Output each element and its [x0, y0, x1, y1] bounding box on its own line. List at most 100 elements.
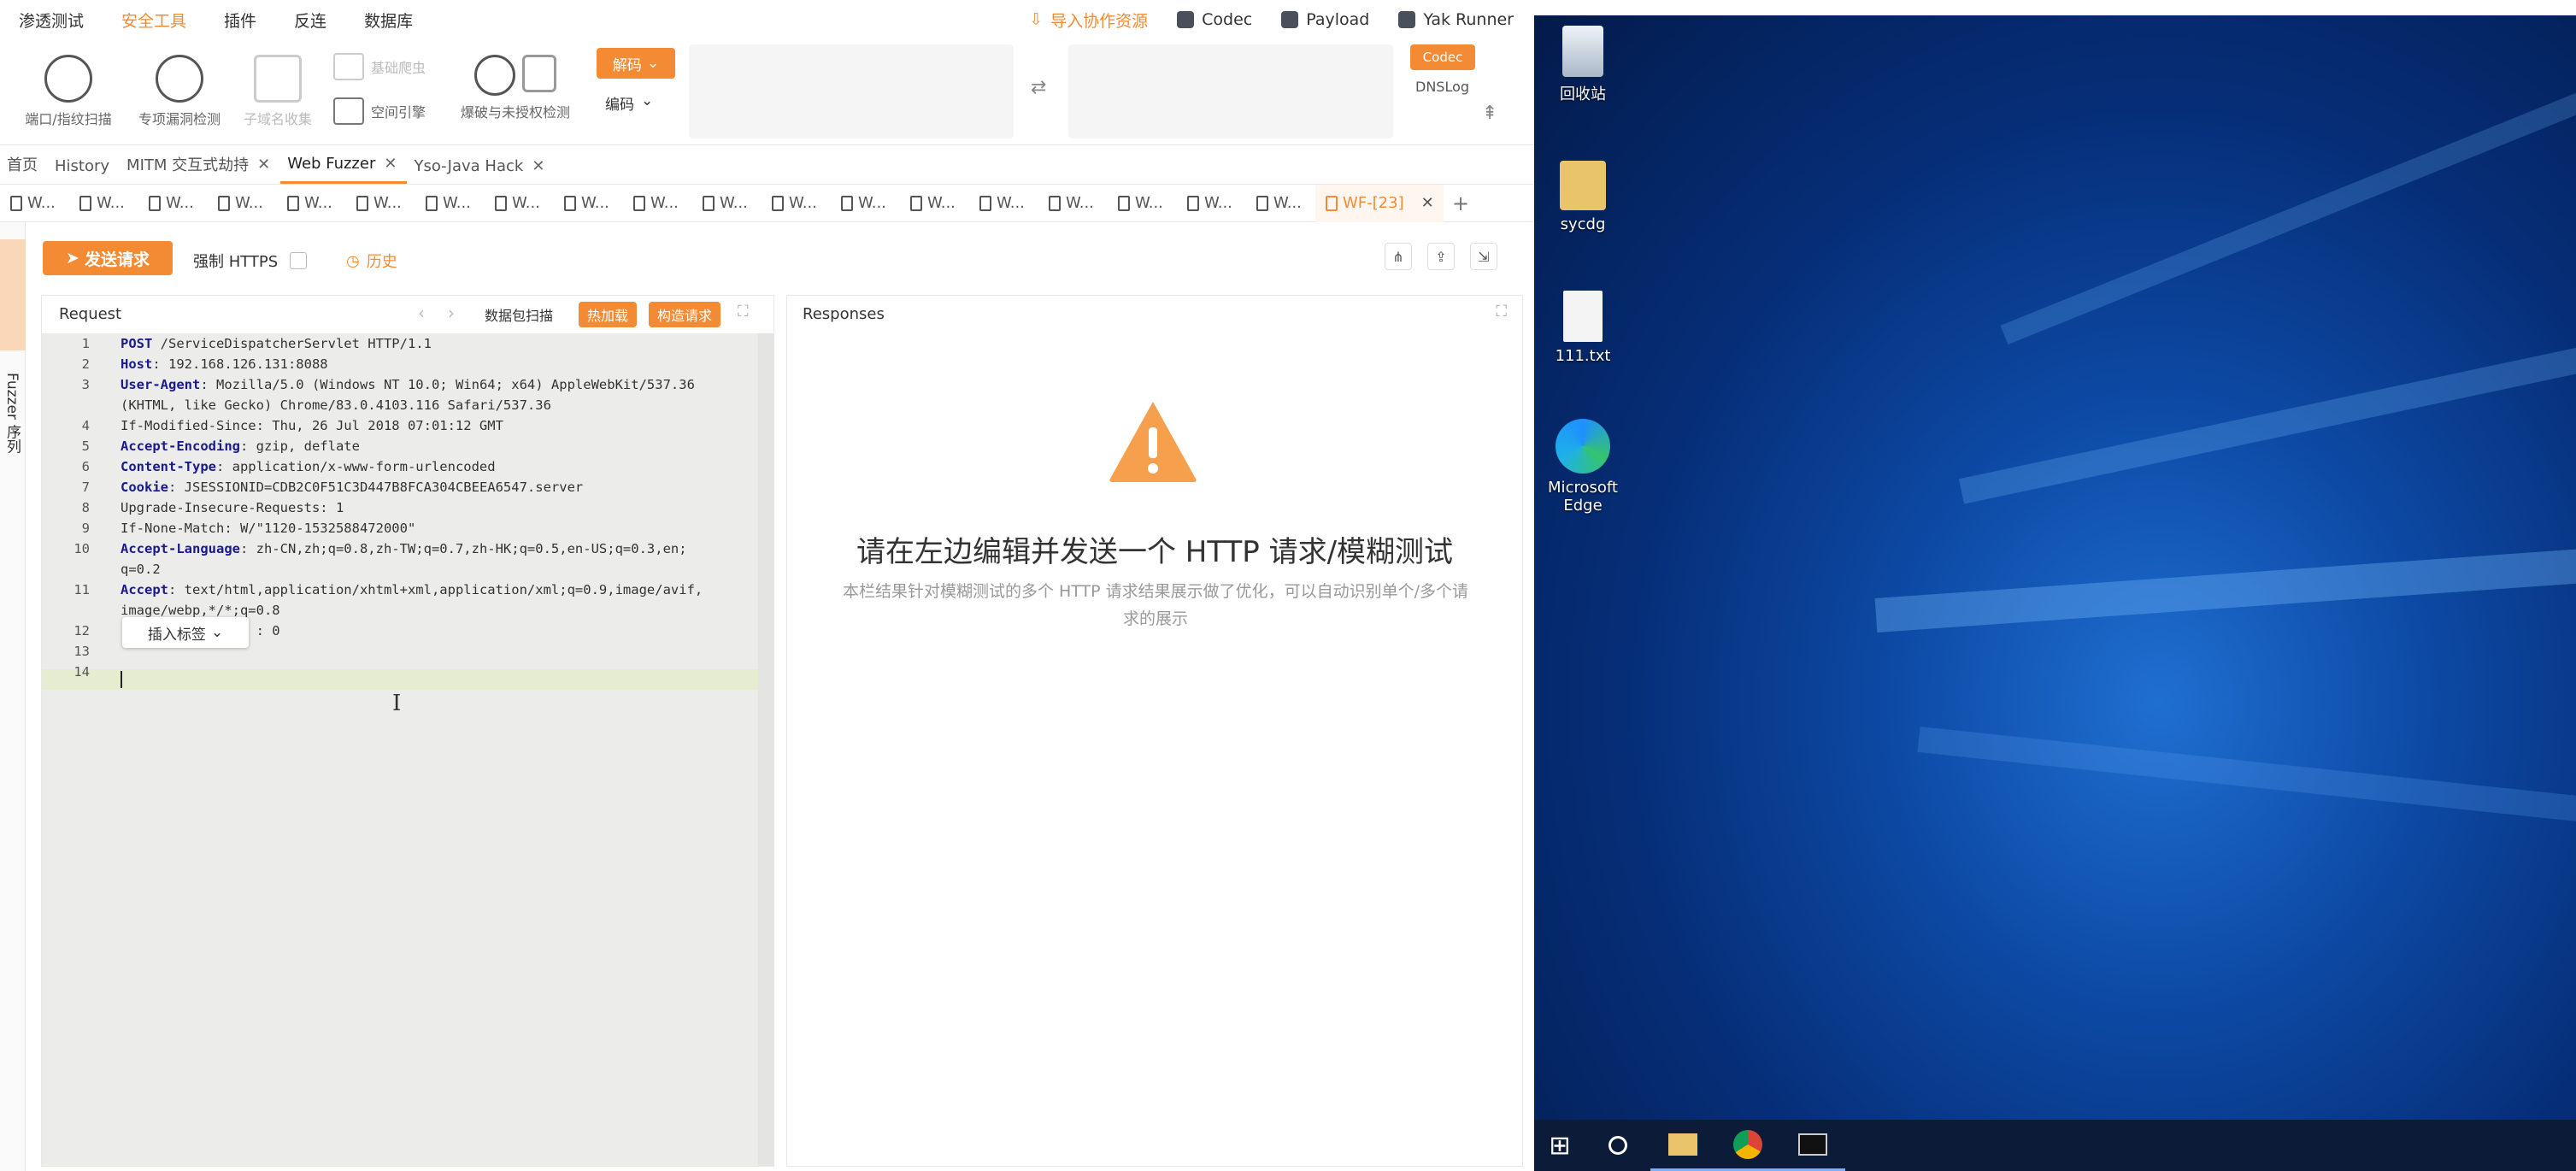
fuzzer-subtab[interactable]: W... — [1246, 194, 1315, 212]
code-area[interactable]: 1 POST /ServiceDispatcherServlet HTTP/1.1… — [42, 333, 773, 1166]
send-request-button[interactable]: ➤ 发送请求 — [43, 241, 173, 275]
close-icon[interactable]: ✕ — [384, 155, 397, 173]
chevron-down-icon: ⌄ — [641, 92, 654, 109]
yak-runner-button[interactable]: Yak Runner — [1398, 10, 1514, 29]
hot-patch-button[interactable]: 热加载 — [579, 302, 638, 327]
codec-button[interactable]: Codec — [1177, 10, 1252, 29]
packet-scan-button[interactable]: 数据包扫描 — [485, 304, 553, 325]
fuzzer-sequence-tab[interactable]: Fuzzer 序列 — [2, 373, 23, 453]
codec-output-area[interactable] — [1068, 44, 1393, 138]
history-button[interactable]: ◷ 历史 — [346, 250, 397, 272]
vuln-detect-tool[interactable]: 专项漏洞检测 — [128, 55, 231, 128]
basic-crawler-tool[interactable]: 基础爬虫 — [333, 53, 426, 80]
menu-reverse[interactable]: 反连 — [275, 9, 345, 32]
fuzzer-subtab[interactable]: W... — [485, 194, 554, 212]
menu-pentest[interactable]: 渗透测试 — [0, 9, 103, 32]
taskbar: ⊞ — [1534, 1120, 2576, 1171]
engine-icon — [333, 97, 364, 125]
tab-home[interactable]: 首页 — [0, 153, 48, 184]
file-icon — [287, 195, 299, 211]
top-menu-bar: 渗透测试 安全工具 插件 反连 数据库 ⇩ 导入协作资源 Codec Payloa… — [0, 0, 1534, 39]
insert-tag-dropdown[interactable]: 插入标签 ⌄ — [122, 617, 249, 648]
expand-icon[interactable]: ⛶ — [738, 303, 749, 321]
fuzzer-subtab[interactable]: W... — [277, 194, 346, 212]
dnslog-tab-button[interactable]: DNSLog — [1415, 79, 1469, 95]
fuzzer-subtab[interactable]: W... — [0, 194, 69, 212]
fuzzer-subtab[interactable]: W... — [346, 194, 415, 212]
close-icon[interactable]: ✕ — [532, 157, 544, 175]
decode-dropdown[interactable]: 解码 ⌄ — [597, 48, 675, 79]
fuzzer-subtab[interactable]: W... — [623, 194, 692, 212]
fuzzer-subtab[interactable]: W... — [138, 194, 208, 212]
space-engine-tool[interactable]: 空间引擎 — [333, 97, 426, 125]
fuzzer-subtab[interactable]: W... — [1038, 194, 1108, 212]
window-top-strip — [1534, 0, 2576, 15]
responses-header: Responses ⛶ — [787, 296, 1522, 332]
subdomain-tool[interactable]: 子域名收集 — [231, 55, 325, 128]
fuzzer-subtab[interactable]: W... — [208, 194, 277, 212]
prev-icon[interactable]: ‹ — [418, 303, 425, 323]
file-explorer-icon[interactable] — [1650, 1120, 1715, 1171]
import-icon: ⇩ — [1029, 10, 1044, 29]
next-icon[interactable]: › — [448, 303, 455, 323]
tab-history[interactable]: History — [48, 157, 120, 184]
chrome-icon[interactable] — [1715, 1120, 1780, 1171]
menu-database[interactable]: 数据库 — [345, 9, 432, 32]
fuzzer-subtab[interactable]: W... — [554, 194, 623, 212]
fuzzer-subtab[interactable]: W... — [692, 194, 762, 212]
close-icon[interactable]: ✕ — [1421, 194, 1434, 212]
folder-icon — [1560, 161, 1606, 210]
file-icon — [495, 195, 507, 211]
fuzzer-subtab[interactable]: W... — [762, 194, 831, 212]
file-icon — [79, 195, 91, 211]
menu-right-group: ⇩ 导入协作资源 Codec Payload Yak Runner — [1029, 9, 1534, 32]
expand-icon[interactable]: ⛶ — [1496, 303, 1507, 321]
desktop-icon-sycdg[interactable]: sycdg — [1536, 161, 1630, 233]
desktop-icon-111-txt[interactable]: 111.txt — [1536, 291, 1630, 365]
fuzzer-subtab[interactable]: W... — [831, 194, 900, 212]
file-icon — [910, 195, 922, 211]
desktop-icon-edge[interactable]: Microsoft Edge — [1536, 419, 1630, 515]
fuzzer-subtab-active[interactable]: WF-[23] ✕ — [1315, 184, 1444, 222]
import-icon[interactable]: ⇲ — [1470, 243, 1497, 270]
tab-web-fuzzer[interactable]: Web Fuzzer ✕ — [280, 155, 408, 184]
request-editor[interactable]: 1 POST /ServiceDispatcherServlet HTTP/1.1… — [42, 333, 773, 1166]
share-icon[interactable]: ⋔ — [1385, 243, 1412, 270]
text-cursor — [121, 671, 122, 688]
windows-start-icon[interactable]: ⊞ — [1534, 1120, 1585, 1171]
port-scan-tool[interactable]: 端口/指纹扫描 — [17, 55, 120, 128]
fuzzer-subtab[interactable]: W... — [69, 194, 138, 212]
add-tab-button[interactable]: + — [1444, 191, 1478, 215]
import-resources-button[interactable]: ⇩ 导入协作资源 — [1029, 9, 1148, 32]
file-icon — [218, 195, 230, 211]
payload-button[interactable]: Payload — [1281, 10, 1369, 29]
menu-plugins[interactable]: 插件 — [205, 9, 275, 32]
tab-yso-java-hack[interactable]: Yso-Java Hack ✕ — [407, 157, 555, 184]
force-https-checkbox[interactable] — [290, 252, 308, 269]
collapse-icon[interactable]: ⇞ — [1482, 103, 1497, 124]
file-icon — [633, 195, 645, 211]
desktop-icon-recycle-bin[interactable]: 回收站 — [1536, 26, 1630, 104]
menu-security-tools[interactable]: 安全工具 — [103, 9, 205, 32]
build-request-button[interactable]: 构造请求 — [649, 302, 721, 327]
editor-scrollbar[interactable] — [758, 333, 773, 1166]
encode-dropdown[interactable]: 编码 ⌄ — [605, 92, 653, 114]
fuzzer-subtab[interactable]: W... — [1108, 194, 1177, 212]
swap-icon[interactable]: ⇄ — [1031, 77, 1046, 98]
brute-force-tool[interactable]: 爆破与未授权检测 — [451, 55, 579, 121]
export-icon[interactable]: ⇪ — [1427, 243, 1455, 270]
fuzzer-subtab[interactable]: W... — [969, 194, 1038, 212]
file-icon — [1118, 195, 1130, 211]
close-icon[interactable]: ✕ — [257, 156, 270, 174]
terminal-icon — [1398, 11, 1416, 28]
fuzzer-subtab[interactable]: W... — [1177, 194, 1246, 212]
fuzzer-rail-tab[interactable] — [0, 239, 26, 350]
codec-tab-button[interactable]: Codec — [1410, 44, 1475, 70]
tab-mitm[interactable]: MITM 交互式劫持 ✕ — [120, 153, 280, 184]
empty-state-title: 请在左边编辑并发送一个 HTTP 请求/模糊测试 — [856, 535, 1454, 569]
fuzzer-subtab[interactable]: W... — [900, 194, 969, 212]
search-circle-icon[interactable] — [1585, 1120, 1650, 1171]
terminal-icon[interactable] — [1780, 1120, 1845, 1171]
codec-input-area[interactable] — [689, 44, 1014, 138]
fuzzer-subtab[interactable]: W... — [415, 194, 485, 212]
